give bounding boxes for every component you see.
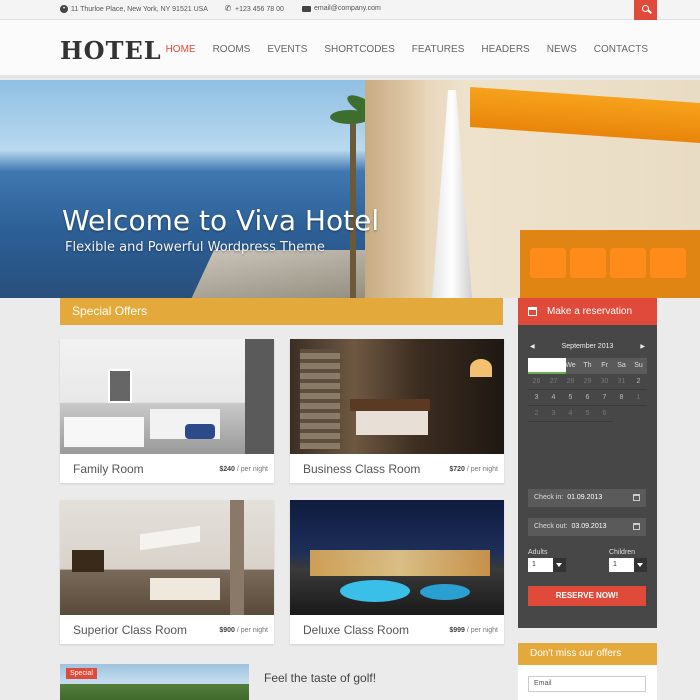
room-price: $900 / per night — [219, 627, 268, 634]
weekday-header: Su — [630, 358, 647, 374]
reservation-heading: Make a reservation — [518, 298, 657, 325]
address-text: 11 Thurloe Place, New York, NY 91521 USA — [71, 5, 208, 13]
address-info: • 11 Thurloe Place, New York, NY 91521 U… — [60, 5, 208, 13]
email-info: email@company.com — [302, 5, 381, 12]
site-header: HOTEL HOME ROOMS EVENTS SHORTCODES FEATU… — [0, 20, 700, 78]
weekday-header: Sa — [613, 358, 630, 374]
nav-home[interactable]: HOME — [166, 44, 196, 55]
calendar-month: ◀ September 2013 ▶ — [530, 343, 645, 350]
nav-features[interactable]: FEATURES — [412, 44, 465, 55]
phone-info: ✆ +123 456 78 00 — [224, 5, 284, 13]
hero-banner: Welcome to Viva Hotel Flexible and Power… — [0, 80, 700, 298]
calendar-day[interactable]: 30 — [528, 358, 566, 374]
logo[interactable]: HOTEL — [60, 36, 162, 65]
hero-title: Welcome to Viva Hotel — [62, 204, 380, 237]
calendar-day[interactable]: 4 — [545, 390, 562, 406]
prev-month-arrow-icon[interactable]: ◀ — [530, 343, 535, 350]
checkout-field[interactable]: Check out: 03.09.2013 — [528, 518, 646, 536]
phone-icon: ✆ — [224, 4, 232, 13]
calendar-icon[interactable] — [633, 494, 640, 501]
top-bar: • 11 Thurloe Place, New York, NY 91521 U… — [0, 0, 700, 20]
adults-select[interactable]: 1 — [528, 558, 566, 572]
reservation-panel: Make a reservation ◀ September 2013 ▶ Mo… — [518, 298, 657, 628]
envelope-icon — [302, 5, 311, 12]
golf-title[interactable]: Feel the taste of golf! — [264, 671, 376, 685]
calendar-day[interactable]: 2 — [528, 406, 545, 422]
room-card-superior[interactable]: Superior Class Room $900 / per night — [60, 500, 274, 644]
nav-rooms[interactable]: ROOMS — [213, 44, 251, 55]
offers-heading: Don't miss our offers — [518, 643, 657, 665]
nav-news[interactable]: NEWS — [547, 44, 577, 55]
calendar-day[interactable]: 29 — [579, 374, 596, 390]
room-card-family[interactable]: Family Room $240 / per night — [60, 339, 274, 483]
room-image[interactable] — [290, 500, 504, 615]
room-image[interactable] — [60, 500, 274, 615]
room-name[interactable]: Deluxe Class Room — [303, 623, 409, 637]
calendar-day[interactable]: 3 — [528, 390, 545, 406]
calendar-day[interactable]: 31 — [613, 374, 630, 390]
calendar-day[interactable]: 28 — [562, 374, 579, 390]
calendar-day[interactable]: 4 — [562, 406, 579, 422]
calendar-day[interactable]: 5 — [579, 406, 596, 422]
calendar-day[interactable]: 30 — [596, 374, 613, 390]
reserve-now-button[interactable]: RESERVE NOW! — [528, 586, 646, 606]
chevron-down-icon[interactable] — [553, 558, 566, 572]
nav-headers[interactable]: HEADERS — [481, 44, 529, 55]
calendar-icon — [528, 307, 537, 316]
room-name[interactable]: Business Class Room — [303, 462, 420, 476]
calendar-day[interactable]: 8 — [613, 390, 630, 406]
calendar-day[interactable]: 26 — [528, 374, 545, 390]
calendar-day[interactable]: 6 — [579, 390, 596, 406]
calendar-day[interactable]: 3 — [545, 406, 562, 422]
special-offers-heading: Special Offers — [60, 298, 503, 325]
calendar-day[interactable]: 6 — [596, 406, 613, 422]
search-button[interactable] — [634, 0, 657, 20]
adults-label: Adults — [528, 549, 548, 556]
room-image[interactable] — [60, 339, 274, 454]
room-price: $999 / per night — [449, 627, 498, 634]
calendar-icon[interactable] — [633, 523, 640, 530]
calendar-day[interactable]: 5 — [562, 390, 579, 406]
children-select[interactable]: 1 — [609, 558, 647, 572]
children-label: Children — [609, 549, 636, 556]
room-card-business[interactable]: Business Class Room $720 / per night — [290, 339, 504, 483]
email-text[interactable]: email@company.com — [314, 5, 381, 12]
email-input[interactable]: Email — [528, 676, 646, 692]
room-image[interactable] — [290, 339, 504, 454]
next-month-arrow-icon[interactable]: ▶ — [640, 343, 645, 350]
room-name[interactable]: Family Room — [73, 462, 144, 476]
special-badge: Special — [66, 668, 97, 679]
main-nav: HOME ROOMS EVENTS SHORTCODES FEATURES HE… — [149, 44, 648, 55]
golf-image[interactable]: Special — [60, 664, 249, 700]
calendar-day[interactable]: 2 — [630, 374, 647, 390]
hero-subtitle: Flexible and Powerful Wordpress Theme — [65, 240, 325, 255]
room-card-deluxe[interactable]: Deluxe Class Room $999 / per night — [290, 500, 504, 644]
location-icon: • — [60, 5, 68, 13]
calendar-grid: MoTuWeThFrSaSu26272829303112345678910111… — [528, 358, 647, 422]
calendar-day[interactable]: 1 — [630, 390, 647, 406]
nav-events[interactable]: EVENTS — [267, 44, 307, 55]
nav-contacts[interactable]: CONTACTS — [594, 44, 648, 55]
calendar-day[interactable]: 27 — [545, 374, 562, 390]
room-price: $720 / per night — [449, 466, 498, 473]
weekday-header: Fr — [596, 358, 613, 374]
checkin-field[interactable]: Check in: 01.09.2013 — [528, 489, 646, 507]
nav-shortcodes[interactable]: SHORTCODES — [324, 44, 394, 55]
calendar-day[interactable]: 7 — [596, 390, 613, 406]
offers-panel: Don't miss our offers Email — [518, 643, 657, 700]
room-name[interactable]: Superior Class Room — [73, 623, 187, 637]
chevron-down-icon[interactable] — [634, 558, 647, 572]
room-price: $240 / per night — [219, 466, 268, 473]
phone-text: +123 456 78 00 — [235, 5, 284, 13]
weekday-header: Th — [579, 358, 596, 374]
